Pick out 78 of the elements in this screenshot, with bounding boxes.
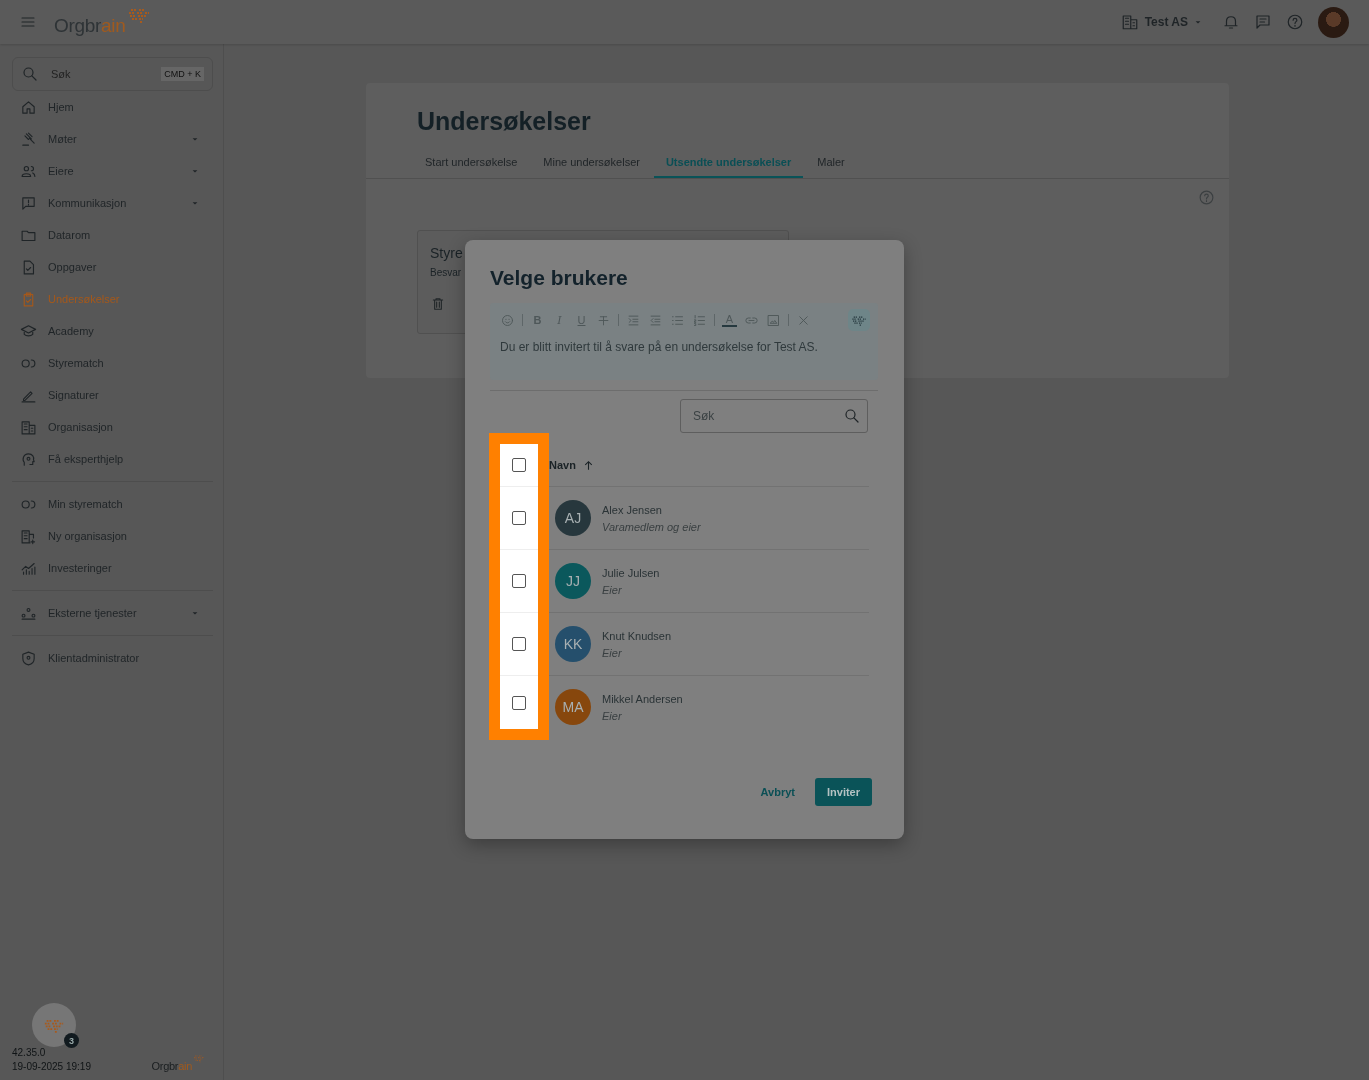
brain-icon xyxy=(43,1017,65,1033)
numbered-list-icon[interactable] xyxy=(692,312,707,328)
search-icon xyxy=(21,65,39,83)
sidebar-item[interactable]: Eiere xyxy=(12,155,213,187)
user-role: Eier xyxy=(602,709,623,722)
sidebar-item[interactable]: Academy xyxy=(12,315,213,347)
user-name: Alex Jensen xyxy=(602,503,663,516)
graduation-cap-icon xyxy=(20,322,37,340)
checkbox[interactable] xyxy=(512,511,526,525)
tab[interactable]: Maler xyxy=(805,152,857,178)
help-icon[interactable] xyxy=(1198,189,1215,206)
user-name: Knut Knudsen xyxy=(602,629,672,642)
sidebar-item[interactable]: Oppgaver xyxy=(12,251,213,283)
user-avatar: KK xyxy=(555,626,591,662)
checkbox[interactable] xyxy=(512,574,526,588)
building-plus-icon xyxy=(20,527,37,545)
emoji-icon[interactable] xyxy=(500,312,515,328)
trash-icon[interactable] xyxy=(430,296,446,312)
dialog-title: Velge brukere xyxy=(490,265,629,291)
tab[interactable]: Utsendte undersøkelser xyxy=(653,152,804,178)
build-timestamp: 19-09-2025 19:19 xyxy=(12,1061,91,1072)
version-text: 42.35.0 xyxy=(12,1047,47,1058)
assistant-button[interactable] xyxy=(32,1003,76,1047)
checkbox[interactable] xyxy=(512,695,526,710)
tab[interactable]: Start undersøkelse xyxy=(413,152,530,178)
page-title: Undersøkelser xyxy=(417,107,592,136)
user-name: Mikkel Andersen xyxy=(602,692,683,705)
cancel-button[interactable]: Avbryt xyxy=(752,780,803,804)
sidebar-item[interactable]: Undersøkelser xyxy=(12,283,213,315)
indent-icon[interactable] xyxy=(626,312,641,328)
sidebar-item[interactable]: Investeringer xyxy=(12,552,213,584)
user-role: Varamedlem og eier xyxy=(602,520,701,533)
user-avatar: MA xyxy=(555,689,591,725)
brain-icon xyxy=(126,7,151,23)
sidebar-item[interactable]: Møter xyxy=(12,123,213,155)
message-icon xyxy=(20,194,37,212)
search-field[interactable]: Søk xyxy=(680,399,868,433)
head-icon xyxy=(20,450,37,468)
search-icon xyxy=(843,407,861,425)
building-icon xyxy=(20,418,37,436)
sidebar-item[interactable]: Klientadministrator xyxy=(12,642,213,674)
avatar[interactable] xyxy=(1318,6,1349,38)
column-header[interactable]: Navn xyxy=(549,459,576,471)
brain-icon xyxy=(851,314,867,326)
user-avatar: JJ xyxy=(555,563,591,599)
user-role: Eier xyxy=(602,646,623,659)
sidebar-item[interactable]: Kommunikasjon xyxy=(12,187,213,219)
sidebar-item[interactable]: Hjem xyxy=(12,91,213,123)
home-icon xyxy=(20,98,37,116)
organization-switcher[interactable]: Test AS xyxy=(1120,13,1202,31)
invite-button[interactable]: Inviter xyxy=(815,778,872,806)
survey-title: Styre xyxy=(430,245,463,261)
building-icon xyxy=(1120,13,1139,31)
user-name: Julie Julsen xyxy=(602,566,660,579)
sidebar-item[interactable]: Min styrematch xyxy=(12,488,213,520)
user-role: Eier xyxy=(602,583,623,596)
brain-icon xyxy=(193,1054,205,1063)
shield-icon xyxy=(20,649,37,667)
sidebar-item[interactable]: Styrematch xyxy=(12,347,213,379)
tab[interactable]: Mine undersøkelser xyxy=(531,152,652,178)
checkbox[interactable] xyxy=(512,458,526,472)
ai-button[interactable] xyxy=(848,309,870,331)
menu-icon[interactable] xyxy=(20,14,36,30)
message-text: Du er blitt invitert til å svare på en undersøkelse for Test AS. xyxy=(500,340,819,354)
help-icon[interactable] xyxy=(1286,13,1304,31)
chat-icon[interactable] xyxy=(1254,13,1272,31)
bell-icon[interactable] xyxy=(1222,13,1240,31)
gavel-icon xyxy=(20,130,37,148)
survey-status: Besvar xyxy=(430,267,462,278)
sidebar-item[interactable]: Signaturer xyxy=(12,379,213,411)
logo-text: Orgbrain xyxy=(151,1059,192,1072)
caret-icon xyxy=(1194,18,1202,26)
image-icon[interactable] xyxy=(766,312,781,328)
notification-badge: 3 xyxy=(64,1033,79,1048)
outdent-icon[interactable] xyxy=(648,312,663,328)
user-avatar: AJ xyxy=(555,500,591,536)
checkbox[interactable] xyxy=(512,637,526,651)
shortcut-hint: CMD + K xyxy=(161,67,204,81)
